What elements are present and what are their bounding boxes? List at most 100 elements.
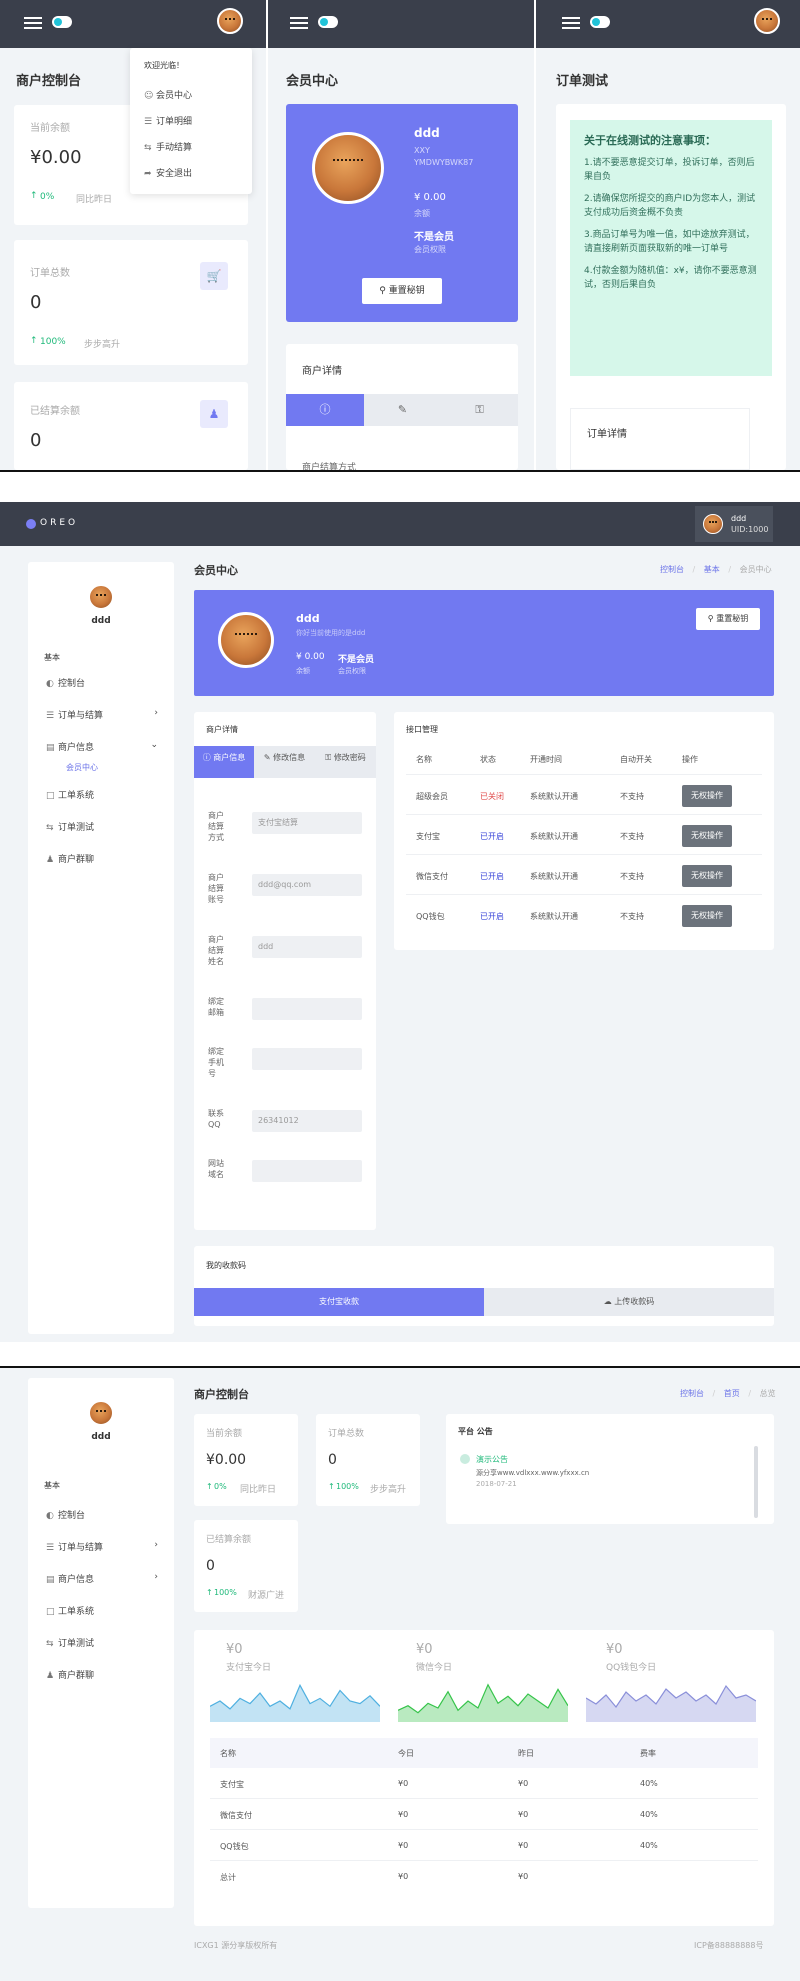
table-row: QQ钱包 ¥0 ¥0 40% bbox=[210, 1830, 758, 1861]
qq-field[interactable]: 26341012 bbox=[252, 1110, 362, 1132]
cell: ¥0 bbox=[398, 1841, 409, 1850]
sidebar: ddd 基本 ◐ 控制台 ☰ 订单与结算 › ▤ 商户信息 › □ 工单系统 ⇆ 订单测试 ♟… bbox=[28, 1378, 174, 1908]
topbar bbox=[268, 0, 534, 48]
menu-icon[interactable] bbox=[562, 22, 580, 24]
no-permission-button[interactable]: 无权操作 bbox=[682, 865, 732, 887]
stat-trend: 100% bbox=[336, 1482, 359, 1491]
ticket-icon: □ bbox=[46, 791, 55, 801]
breadcrumb-sep: / bbox=[748, 1389, 752, 1398]
no-permission-button[interactable]: 无权操作 bbox=[682, 825, 732, 847]
theme-toggle-icon[interactable] bbox=[318, 16, 338, 28]
dropdown-item-label: 订单明细 bbox=[156, 117, 193, 127]
breadcrumb-sep: / bbox=[692, 565, 696, 574]
stat-trend-label: 同比昨日 bbox=[240, 1485, 277, 1495]
tab-password[interactable]: ⚿ bbox=[441, 394, 518, 426]
sidebar-item-order-test[interactable]: ⇆ 订单测试 bbox=[46, 820, 94, 833]
breadcrumb-item[interactable]: 控制台 bbox=[660, 565, 684, 574]
stat-trend: 100% bbox=[40, 337, 66, 347]
user-menu[interactable]: ddd UID:1000 bbox=[695, 506, 773, 542]
sidebar-item-tickets[interactable]: □ 工单系统 bbox=[46, 1604, 94, 1617]
trend-up-icon: ↑ bbox=[206, 1482, 213, 1491]
stat-label: 当前余额 bbox=[30, 123, 70, 134]
sidebar-item-merchant[interactable]: ▤ 商户信息 ⌄ bbox=[46, 740, 166, 753]
field-label: 网站域名 bbox=[208, 1159, 224, 1179]
cell-status: 已开启 bbox=[480, 872, 504, 881]
footer-icp[interactable]: ICP备88888888号 bbox=[694, 1940, 764, 1951]
settle-account-field[interactable]: ddd@qq.com bbox=[252, 874, 362, 896]
theme-toggle-icon[interactable] bbox=[590, 16, 610, 28]
sparkline-alipay bbox=[210, 1683, 380, 1722]
announce-title[interactable]: 演示公告 bbox=[476, 1454, 508, 1465]
sidebar-subitem-member[interactable]: 会员中心 bbox=[66, 762, 98, 773]
breadcrumb-sep: / bbox=[728, 565, 732, 574]
dropdown-item-orders[interactable]: ☰ 订单明细 bbox=[144, 114, 192, 127]
info-icon: ⓘ bbox=[319, 403, 331, 416]
cell: ¥0 bbox=[398, 1872, 409, 1881]
sidebar-avatar bbox=[88, 1400, 114, 1426]
nav-label: 商户群聊 bbox=[58, 1671, 95, 1681]
settle-name-field[interactable]: ddd bbox=[252, 936, 362, 958]
panel-member: 会员中心 ddd XXY YMDWYBWK87 ¥ 0.00 余额 不是会员 会… bbox=[268, 0, 534, 473]
avatar[interactable] bbox=[217, 8, 243, 34]
tab-label: 商户信息 bbox=[213, 753, 246, 762]
sidebar-item-order-test[interactable]: ⇆ 订单测试 bbox=[46, 1636, 94, 1649]
sidebar-item-merchant[interactable]: ▤ 商户信息 › bbox=[46, 1572, 166, 1585]
stat-label: 订单总数 bbox=[30, 268, 70, 279]
email-field[interactable] bbox=[252, 998, 362, 1020]
dropdown-item-member[interactable]: ☺ 会员中心 bbox=[144, 88, 192, 101]
breadcrumb-item[interactable]: 基本 bbox=[704, 565, 720, 574]
breadcrumb-item[interactable]: 首页 bbox=[724, 1389, 740, 1398]
menu-icon[interactable] bbox=[24, 22, 42, 24]
domain-field[interactable] bbox=[252, 1160, 362, 1182]
tab-alipay-qr[interactable]: 支付宝收款 bbox=[194, 1288, 484, 1316]
tab-edit-password[interactable]: ⚿ 修改密码 bbox=[315, 746, 376, 778]
user-dropdown: 欢迎光临！ ☺ 会员中心 ☰ 订单明细 ⇆ 手动结算 ➦ 安全退出 bbox=[130, 48, 252, 194]
sidebar-item-orders[interactable]: ☰ 订单与结算 › bbox=[46, 1540, 166, 1553]
tab-info[interactable]: ⓘ bbox=[286, 394, 364, 426]
reset-key-button[interactable]: ⚲ 重置秘钥 bbox=[362, 278, 442, 304]
stat-value: ¥0 bbox=[606, 1642, 623, 1657]
sidebar-item-orders[interactable]: ☰ 订单与结算 › bbox=[46, 708, 166, 721]
cell: 微信支付 bbox=[220, 1811, 252, 1820]
scrollbar[interactable] bbox=[754, 1446, 758, 1518]
no-permission-button[interactable]: 无权操作 bbox=[682, 785, 732, 807]
breadcrumb-item[interactable]: 控制台 bbox=[680, 1389, 704, 1398]
stat-label: 已结算余额 bbox=[206, 1535, 252, 1545]
avatar bbox=[218, 612, 274, 668]
menu-icon[interactable] bbox=[290, 22, 308, 24]
avatar[interactable] bbox=[754, 8, 780, 34]
vip-label: 会员权限 bbox=[338, 667, 366, 675]
phone-field[interactable] bbox=[252, 1048, 362, 1070]
exchange-icon: ⇆ bbox=[144, 143, 152, 153]
dropdown-item-settle[interactable]: ⇆ 手动结算 bbox=[144, 140, 192, 153]
sidebar-item-group[interactable]: ♟ 商户群聊 bbox=[46, 852, 94, 865]
theme-toggle-icon[interactable] bbox=[52, 16, 72, 28]
sidebar-item-group[interactable]: ♟ 商户群聊 bbox=[46, 1668, 94, 1681]
col-header: 开通时间 bbox=[530, 755, 562, 764]
edit-icon: ✎ bbox=[397, 403, 408, 416]
lock-icon: ⚿ bbox=[475, 403, 484, 416]
reset-key-button[interactable]: ⚲ 重置秘钥 bbox=[696, 608, 760, 630]
stat-trend-label: 同比昨日 bbox=[76, 195, 113, 205]
tab-edit[interactable]: ✎ bbox=[364, 394, 441, 426]
dropdown-item-logout[interactable]: ➦ 安全退出 bbox=[144, 166, 192, 179]
cell: ¥0 bbox=[398, 1810, 409, 1819]
cell-auto: 不支持 bbox=[620, 832, 644, 841]
settle-method-field[interactable]: 支付宝结算 bbox=[252, 812, 362, 834]
file-icon: ▤ bbox=[46, 743, 55, 753]
page-title: 会员中心 bbox=[194, 564, 238, 577]
sidebar-item-tickets[interactable]: □ 工单系统 bbox=[46, 788, 94, 801]
field-label: 商户结算姓名 bbox=[208, 935, 224, 966]
tab-edit-info[interactable]: ✎ 修改信息 bbox=[254, 746, 315, 778]
no-permission-button[interactable]: 无权操作 bbox=[682, 905, 732, 927]
cell-time: 系统默认开通 bbox=[530, 912, 578, 921]
tab-merchant-info[interactable]: ⓘ 商户信息 bbox=[194, 746, 254, 778]
balance-value: ¥ 0.00 bbox=[296, 652, 325, 662]
tab-upload-qr[interactable]: ☁ 上传收款码 bbox=[484, 1288, 774, 1316]
screenshot-3: ddd 基本 ◐ 控制台 ☰ 订单与结算 › ▤ 商户信息 › □ 工单系统 ⇆ 订单测试 ♟… bbox=[0, 1368, 800, 1981]
list-icon: ☰ bbox=[144, 117, 153, 127]
nav-section-label: 基本 bbox=[44, 653, 60, 662]
cell: 支付宝 bbox=[220, 1780, 244, 1789]
sidebar-item-console[interactable]: ◐ 控制台 bbox=[46, 676, 85, 689]
sidebar-item-console[interactable]: ◐ 控制台 bbox=[46, 1508, 85, 1521]
